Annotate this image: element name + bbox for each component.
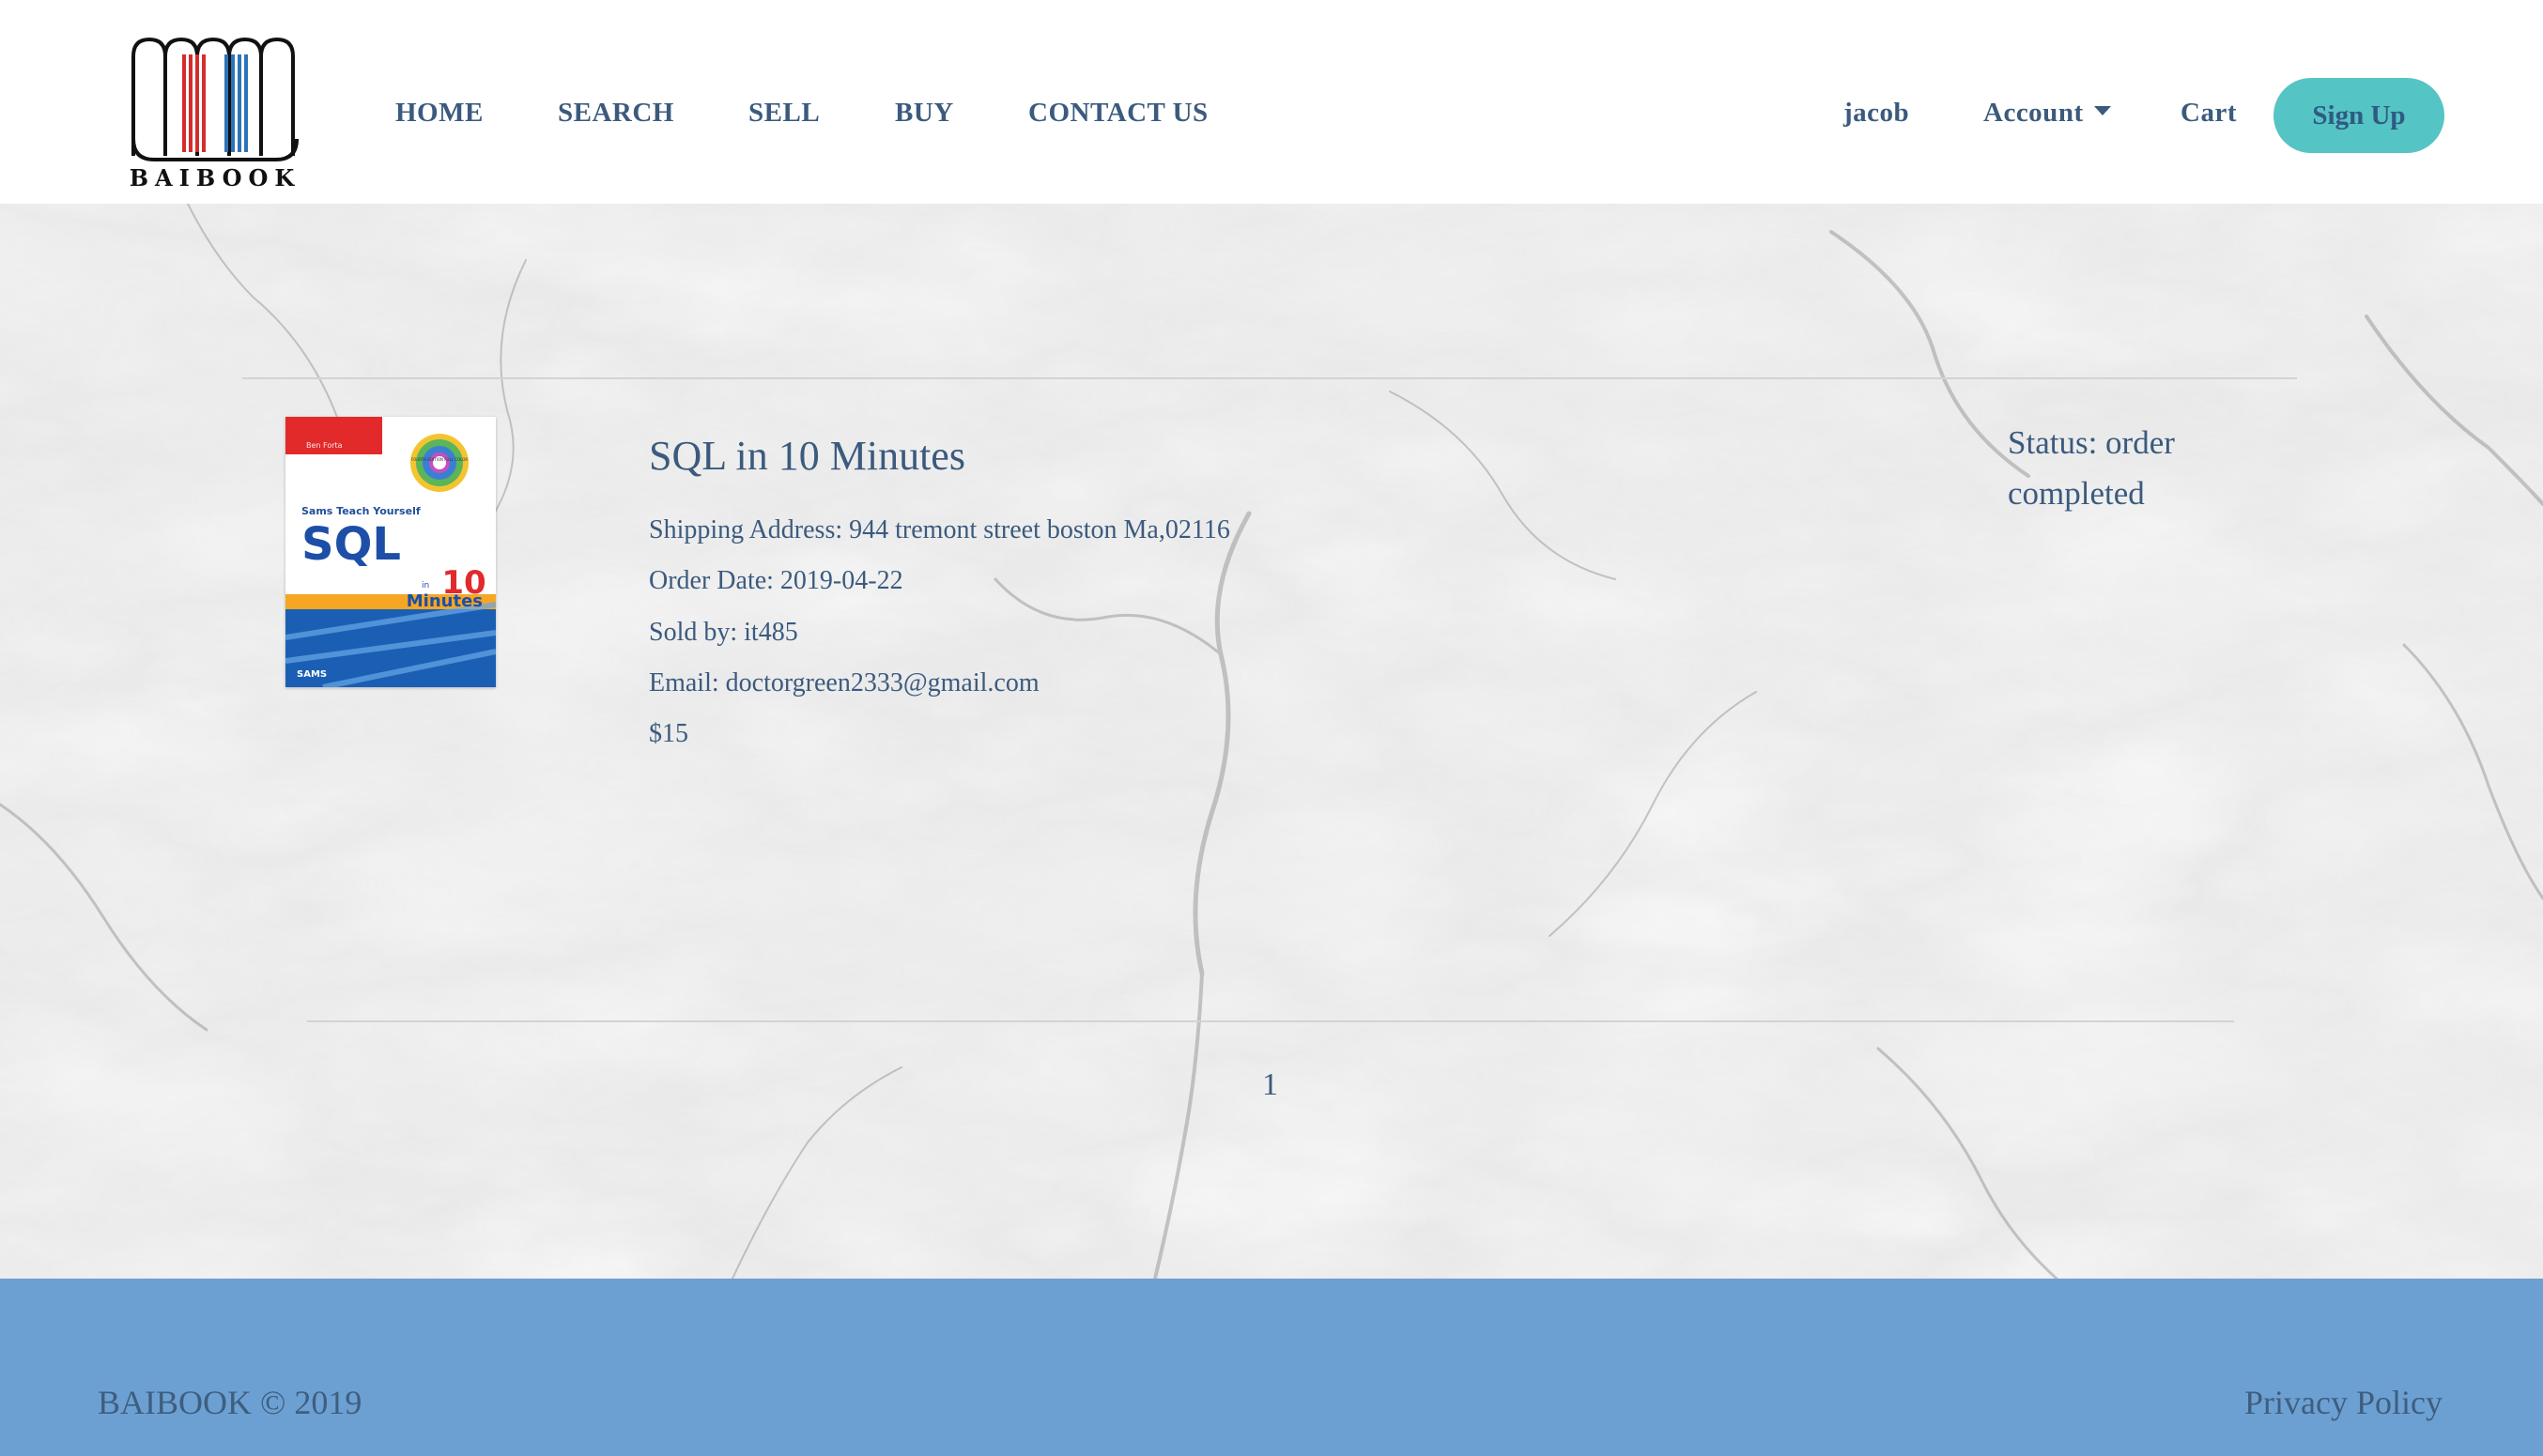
cover-edition: FOURTH EDITION FULL COLOR — [411, 457, 469, 462]
nav-contact-link[interactable]: CONTACT US — [1028, 98, 1209, 129]
cover-series: Sams Teach Yourself — [301, 505, 421, 517]
nav-sell-link[interactable]: SELL — [748, 98, 820, 129]
cart-link[interactable]: Cart — [2181, 98, 2237, 129]
order-price: $15 — [649, 719, 688, 748]
cover-author: Ben Forta — [306, 441, 343, 450]
nav-home-link[interactable]: HOME — [395, 98, 484, 129]
shipping-address: Shipping Address: 944 tremont street bos… — [649, 515, 1230, 544]
cover-minutes: Minutes — [407, 591, 483, 611]
baibook-logo-mark: BAIBOOK — [130, 37, 301, 190]
order-status: Status: order completed — [2008, 424, 2175, 512]
top-navbar: BAIBOOK HOME SEARCH SELL BUY CONTACT US … — [0, 0, 2543, 204]
order-card: Ben Forta FOURTH EDITION FULL COLOR Sams… — [0, 204, 2543, 1279]
seller-email: Email: doctorgreen2333@gmail.com — [649, 668, 1040, 697]
nav-buy-link[interactable]: BUY — [895, 98, 954, 129]
pagination-page-1[interactable]: 1 — [1262, 1067, 1278, 1103]
cover-in: in — [422, 581, 429, 590]
order-history-section: Ben Forta FOURTH EDITION FULL COLOR Sams… — [0, 204, 2543, 1279]
footer: BAIBOOK © 2019 Privacy Policy — [0, 1279, 2543, 1456]
nav-search-link[interactable]: SEARCH — [558, 98, 674, 129]
book-title[interactable]: SQL in 10 Minutes — [649, 432, 965, 480]
sign-up-button[interactable]: Sign Up — [2273, 78, 2444, 153]
baibook-logo[interactable]: BAIBOOK — [130, 36, 301, 190]
order-bottom-divider — [307, 1020, 2234, 1022]
account-label: Account — [1983, 98, 2084, 128]
username-link[interactable]: jacob — [1843, 98, 1909, 129]
book-cover-image[interactable]: Ben Forta FOURTH EDITION FULL COLOR Sams… — [285, 417, 496, 687]
privacy-policy-link[interactable]: Privacy Policy — [2244, 1383, 2443, 1422]
cover-publisher: SAMS — [297, 669, 327, 680]
caret-down-icon — [2094, 106, 2112, 116]
account-dropdown[interactable]: Account — [1983, 98, 2112, 129]
cover-big-title: SQL — [301, 518, 401, 571]
order-date: Order Date: 2019-04-22 — [649, 566, 903, 595]
sold-by: Sold by: it485 — [649, 618, 798, 647]
footer-copyright: BAIBOOK © 2019 — [98, 1384, 362, 1421]
logo-wordmark: BAIBOOK — [130, 164, 301, 190]
